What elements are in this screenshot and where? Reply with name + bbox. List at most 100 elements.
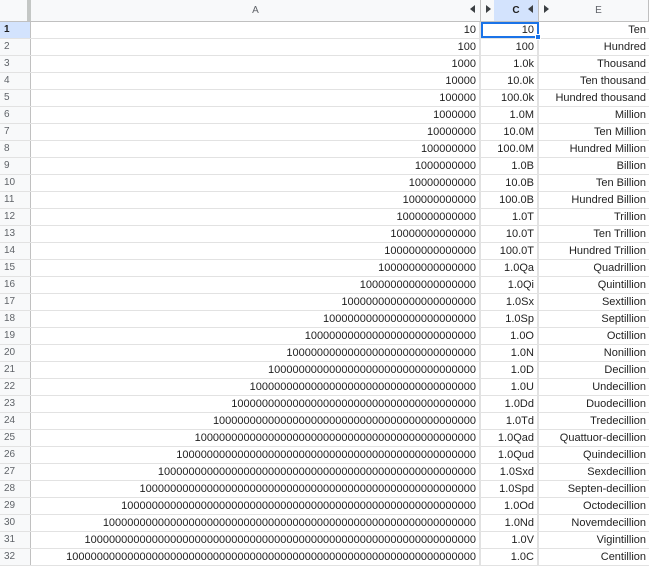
cell-c[interactable]: 1.0D bbox=[481, 362, 539, 378]
row-header[interactable]: 11 bbox=[0, 192, 31, 208]
cell-a[interactable]: 1000 bbox=[31, 56, 481, 72]
row-header[interactable]: 10 bbox=[0, 175, 31, 191]
cell-a[interactable]: 1000000000000000000000000000000000000000 bbox=[31, 396, 481, 412]
cell-e[interactable]: Vigintillion bbox=[539, 532, 649, 548]
cell-e[interactable]: Septen-decillion bbox=[539, 481, 649, 497]
cell-e[interactable]: Hundred Million bbox=[539, 141, 649, 157]
cell-e[interactable]: Ten Trillion bbox=[539, 226, 649, 242]
cell-e[interactable]: Decillion bbox=[539, 362, 649, 378]
cell-a[interactable]: 1000000000000000000000000000000000000000… bbox=[31, 532, 481, 548]
row-header[interactable]: 18 bbox=[0, 311, 31, 327]
cell-c[interactable]: 100 bbox=[481, 39, 539, 55]
cell-c[interactable]: 1.0B bbox=[481, 158, 539, 174]
row-header[interactable]: 28 bbox=[0, 481, 31, 497]
cell-c[interactable]: 100.0B bbox=[481, 192, 539, 208]
cell-a[interactable]: 1000000000000000 bbox=[31, 260, 481, 276]
cell-c[interactable]: 1.0Sx bbox=[481, 294, 539, 310]
cell-a[interactable]: 10 bbox=[31, 22, 481, 38]
row-header[interactable]: 4 bbox=[0, 73, 31, 89]
cell-e[interactable]: Quattuor-decillion bbox=[539, 430, 649, 446]
cell-c[interactable]: 1.0Qad bbox=[481, 430, 539, 446]
row-header[interactable]: 8 bbox=[0, 141, 31, 157]
row-header[interactable]: 24 bbox=[0, 413, 31, 429]
cell-a[interactable]: 1000000000000000000000000000000000000000… bbox=[31, 413, 481, 429]
row-header[interactable]: 25 bbox=[0, 430, 31, 446]
cell-e[interactable]: Hundred Billion bbox=[539, 192, 649, 208]
cell-e[interactable]: Thousand bbox=[539, 56, 649, 72]
row-header[interactable]: 29 bbox=[0, 498, 31, 514]
cell-a[interactable]: 1000000000000000000000000000000000000000… bbox=[31, 464, 481, 480]
row-header[interactable]: 15 bbox=[0, 260, 31, 276]
cell-c[interactable]: 1.0T bbox=[481, 209, 539, 225]
row-header[interactable]: 7 bbox=[0, 124, 31, 140]
cell-e[interactable]: Octillion bbox=[539, 328, 649, 344]
cell-c[interactable]: 10.0T bbox=[481, 226, 539, 242]
cell-a[interactable]: 1000000000000000000000000000000000000000… bbox=[31, 515, 481, 531]
hidden-column-b-left-icon[interactable] bbox=[470, 5, 475, 13]
cell-a[interactable]: 1000000000000 bbox=[31, 209, 481, 225]
row-header[interactable]: 27 bbox=[0, 464, 31, 480]
row-header[interactable]: 14 bbox=[0, 243, 31, 259]
cell-c[interactable]: 1.0Qi bbox=[481, 277, 539, 293]
cell-c[interactable]: 10.0B bbox=[481, 175, 539, 191]
cell-e[interactable]: Billion bbox=[539, 158, 649, 174]
cell-a[interactable]: 10000000000000 bbox=[31, 226, 481, 242]
cell-a[interactable]: 1000000000000000000000000 bbox=[31, 311, 481, 327]
column-header-e[interactable]: E bbox=[549, 0, 649, 21]
row-header[interactable]: 32 bbox=[0, 549, 31, 565]
cell-a[interactable]: 1000000000000000000000000000 bbox=[31, 328, 481, 344]
cell-a[interactable]: 1000000000000000000 bbox=[31, 277, 481, 293]
cell-c[interactable]: 1.0Sp bbox=[481, 311, 539, 327]
cell-c[interactable]: 1.0Nd bbox=[481, 515, 539, 531]
cell-a[interactable]: 1000000000000000000000000000000 bbox=[31, 345, 481, 361]
cell-a[interactable]: 1000000000000000000000000000000000000000… bbox=[31, 447, 481, 463]
cell-e[interactable]: Hundred Trillion bbox=[539, 243, 649, 259]
cell-e[interactable]: Hundred bbox=[539, 39, 649, 55]
row-header[interactable]: 31 bbox=[0, 532, 31, 548]
hidden-column-d-left-icon[interactable] bbox=[528, 5, 533, 13]
row-header[interactable]: 3 bbox=[0, 56, 31, 72]
row-header[interactable]: 23 bbox=[0, 396, 31, 412]
cell-c[interactable]: 1.0k bbox=[481, 56, 539, 72]
row-header[interactable]: 13 bbox=[0, 226, 31, 242]
row-header[interactable]: 17 bbox=[0, 294, 31, 310]
active-cell-c[interactable]: 10 bbox=[481, 22, 539, 38]
cell-c[interactable]: 10.0M bbox=[481, 124, 539, 140]
cell-c[interactable]: 1.0Qa bbox=[481, 260, 539, 276]
row-header[interactable]: 21 bbox=[0, 362, 31, 378]
cell-a[interactable]: 10000 bbox=[31, 73, 481, 89]
cell-e[interactable]: Ten Billion bbox=[539, 175, 649, 191]
cell-e[interactable]: Quindecillion bbox=[539, 447, 649, 463]
cell-c[interactable]: 100.0k bbox=[481, 90, 539, 106]
row-header[interactable]: 22 bbox=[0, 379, 31, 395]
column-header-a[interactable]: A bbox=[31, 0, 481, 21]
cell-a[interactable]: 10000000 bbox=[31, 124, 481, 140]
cell-a[interactable]: 1000000000000000000000000000000000000 bbox=[31, 379, 481, 395]
row-header[interactable]: 30 bbox=[0, 515, 31, 531]
row-header[interactable]: 12 bbox=[0, 209, 31, 225]
cell-e[interactable]: Undecillion bbox=[539, 379, 649, 395]
cell-e[interactable]: Ten Million bbox=[539, 124, 649, 140]
cell-a[interactable]: 100000000 bbox=[31, 141, 481, 157]
cell-e[interactable]: Sexdecillion bbox=[539, 464, 649, 480]
cell-a[interactable]: 1000000000000000000000000000000000000000… bbox=[31, 481, 481, 497]
cell-c[interactable]: 1.0O bbox=[481, 328, 539, 344]
cell-c[interactable]: 1.0N bbox=[481, 345, 539, 361]
cell-c[interactable]: 1.0Od bbox=[481, 498, 539, 514]
cell-a[interactable]: 1000000000 bbox=[31, 158, 481, 174]
cell-c[interactable]: 1.0Td bbox=[481, 413, 539, 429]
cell-e[interactable]: Trillion bbox=[539, 209, 649, 225]
cell-a[interactable]: 1000000000000000000000000000000000000000… bbox=[31, 549, 481, 565]
cell-a[interactable]: 1000000 bbox=[31, 107, 481, 123]
hidden-column-b-right-icon[interactable] bbox=[486, 5, 491, 13]
row-header[interactable]: 20 bbox=[0, 345, 31, 361]
cell-a[interactable]: 100 bbox=[31, 39, 481, 55]
cell-e[interactable]: Ten bbox=[539, 22, 649, 38]
cell-e[interactable]: Million bbox=[539, 107, 649, 123]
row-header[interactable]: 1 bbox=[0, 22, 31, 38]
cell-e[interactable]: Octodecillion bbox=[539, 498, 649, 514]
cell-e[interactable]: Duodecillion bbox=[539, 396, 649, 412]
fill-handle[interactable] bbox=[535, 34, 541, 40]
cell-e[interactable]: Quintillion bbox=[539, 277, 649, 293]
cell-c[interactable]: 1.0Spd bbox=[481, 481, 539, 497]
